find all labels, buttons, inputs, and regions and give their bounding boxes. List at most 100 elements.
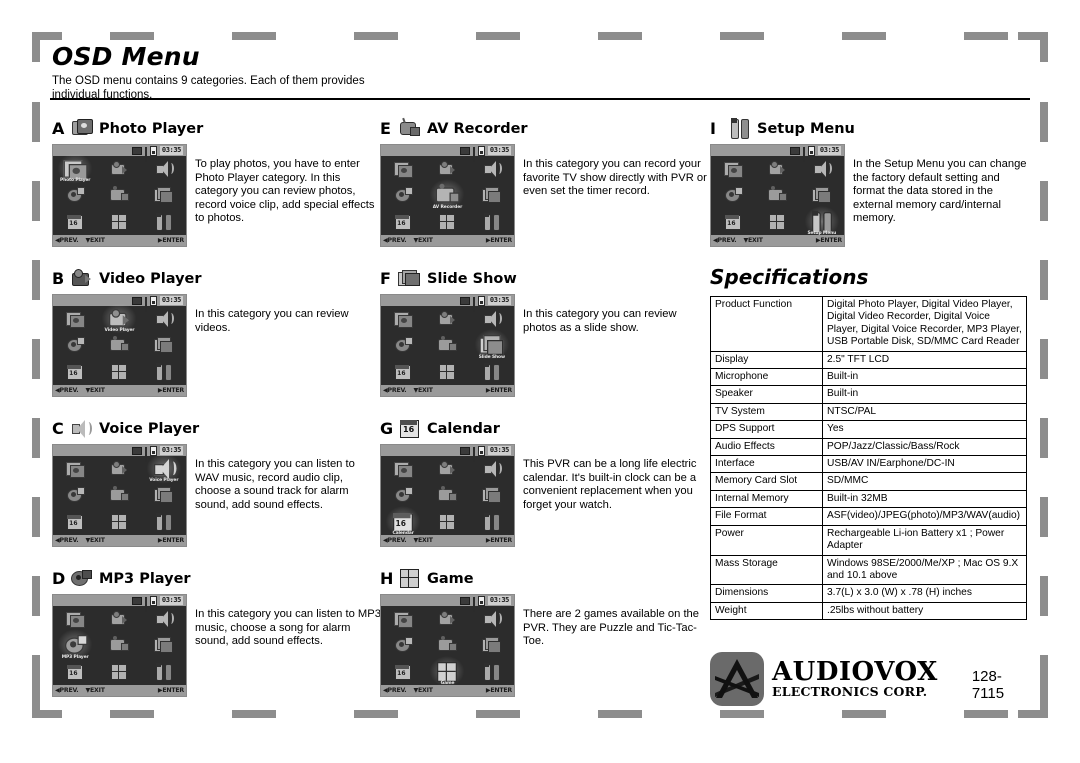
lcd-menu-item[interactable]: [381, 606, 425, 632]
lcd-menu-item[interactable]: [381, 482, 425, 508]
lcd-menu-item[interactable]: [97, 606, 141, 632]
lcd-enter-hint[interactable]: ▶ENTER: [816, 237, 842, 244]
lcd-exit-hint[interactable]: ▼EXIT: [413, 687, 432, 694]
lcd-menu-item[interactable]: [381, 182, 425, 208]
lcd-menu-item[interactable]: [97, 659, 141, 685]
lcd-menu-item[interactable]: [142, 632, 186, 658]
lcd-menu-item[interactable]: [381, 332, 425, 358]
lcd-menu-item[interactable]: [470, 209, 514, 235]
lcd-menu-item[interactable]: [142, 482, 186, 508]
lcd-menu-item[interactable]: [470, 659, 514, 685]
lcd-menu-item[interactable]: [800, 156, 844, 182]
lcd-exit-hint[interactable]: ▼EXIT: [413, 387, 432, 394]
lcd-menu-item[interactable]: [755, 182, 799, 208]
lcd-menu-item[interactable]: [142, 659, 186, 685]
lcd-menu-item[interactable]: 16: [53, 509, 97, 535]
lcd-menu-item[interactable]: 16: [381, 209, 425, 235]
lcd-prev-hint[interactable]: ◀PREV.: [383, 387, 407, 394]
lcd-menu-item[interactable]: [142, 359, 186, 385]
lcd-menu-item[interactable]: [425, 156, 469, 182]
lcd-menu-item[interactable]: 16: [711, 209, 755, 235]
lcd-menu-item[interactable]: [142, 209, 186, 235]
lcd-menu-item[interactable]: [142, 509, 186, 535]
lcd-menu-item[interactable]: [470, 306, 514, 332]
lcd-menu-item[interactable]: Slide Show: [470, 332, 514, 360]
lcd-menu-item[interactable]: [425, 606, 469, 632]
lcd-menu-item[interactable]: [470, 509, 514, 535]
lcd-menu-item[interactable]: [425, 306, 469, 332]
lcd-menu-item[interactable]: [53, 482, 97, 508]
lcd-menu-item[interactable]: Voice Player: [142, 456, 186, 483]
lcd-menu-item[interactable]: [425, 359, 469, 385]
lcd-exit-hint[interactable]: ▼EXIT: [85, 537, 104, 544]
lcd-exit-hint[interactable]: ▼EXIT: [413, 537, 432, 544]
lcd-enter-hint[interactable]: ▶ENTER: [486, 237, 512, 244]
lcd-menu-item[interactable]: [711, 156, 755, 182]
lcd-menu-item[interactable]: [470, 359, 514, 385]
lcd-menu-item[interactable]: [53, 332, 97, 358]
lcd-menu-item[interactable]: [425, 482, 469, 508]
lcd-menu-item[interactable]: [800, 182, 844, 208]
lcd-menu-item[interactable]: 16: [53, 209, 97, 235]
lcd-menu-item[interactable]: 16: [53, 359, 97, 385]
lcd-menu-item[interactable]: 16: [381, 659, 425, 685]
lcd-menu-item[interactable]: [425, 632, 469, 658]
lcd-menu-item[interactable]: [97, 156, 141, 182]
lcd-menu-item[interactable]: [381, 632, 425, 658]
lcd-menu-item[interactable]: [142, 156, 186, 182]
lcd-exit-hint[interactable]: ▼EXIT: [413, 237, 432, 244]
lcd-enter-hint[interactable]: ▶ENTER: [486, 537, 512, 544]
lcd-exit-hint[interactable]: ▼EXIT: [85, 237, 104, 244]
lcd-enter-hint[interactable]: ▶ENTER: [158, 387, 184, 394]
lcd-menu-item[interactable]: [470, 182, 514, 208]
lcd-menu-item[interactable]: [97, 359, 141, 385]
lcd-menu-item[interactable]: [142, 332, 186, 358]
lcd-menu-item[interactable]: 16 Calendar: [381, 509, 425, 536]
lcd-enter-hint[interactable]: ▶ENTER: [158, 537, 184, 544]
lcd-menu-item[interactable]: 16: [53, 659, 97, 685]
lcd-menu-item[interactable]: MP3 Player: [53, 632, 97, 660]
lcd-menu-item[interactable]: Game: [425, 659, 469, 686]
lcd-prev-hint[interactable]: ◀PREV.: [55, 387, 79, 394]
lcd-menu-item[interactable]: [97, 332, 141, 358]
lcd-menu-item[interactable]: [142, 182, 186, 208]
lcd-prev-hint[interactable]: ◀PREV.: [383, 687, 407, 694]
lcd-menu-item[interactable]: [97, 182, 141, 208]
lcd-menu-item[interactable]: [53, 182, 97, 208]
lcd-enter-hint[interactable]: ▶ENTER: [158, 687, 184, 694]
lcd-menu-item[interactable]: [97, 509, 141, 535]
lcd-menu-item[interactable]: [425, 456, 469, 482]
lcd-menu-item[interactable]: Setup Menu: [800, 209, 844, 236]
lcd-menu-item[interactable]: [470, 632, 514, 658]
lcd-prev-hint[interactable]: ◀PREV.: [55, 237, 79, 244]
lcd-exit-hint[interactable]: ▼EXIT: [85, 687, 104, 694]
lcd-menu-item[interactable]: [470, 482, 514, 508]
lcd-menu-item[interactable]: [755, 209, 799, 235]
lcd-menu-item[interactable]: [53, 456, 97, 482]
lcd-menu-item[interactable]: [711, 182, 755, 208]
lcd-menu-item[interactable]: [470, 456, 514, 482]
lcd-menu-item[interactable]: [53, 306, 97, 332]
lcd-prev-hint[interactable]: ◀PREV.: [383, 237, 407, 244]
lcd-menu-item[interactable]: Video Player: [97, 306, 141, 333]
lcd-menu-item[interactable]: AV Recorder: [425, 182, 469, 210]
lcd-menu-item[interactable]: [470, 606, 514, 632]
lcd-menu-item[interactable]: [425, 209, 469, 235]
lcd-menu-item[interactable]: [53, 606, 97, 632]
lcd-menu-item[interactable]: [97, 632, 141, 658]
lcd-menu-item[interactable]: 16: [381, 359, 425, 385]
lcd-menu-item[interactable]: [470, 156, 514, 182]
lcd-menu-item[interactable]: [97, 482, 141, 508]
lcd-enter-hint[interactable]: ▶ENTER: [486, 687, 512, 694]
lcd-enter-hint[interactable]: ▶ENTER: [486, 387, 512, 394]
lcd-prev-hint[interactable]: ◀PREV.: [713, 237, 737, 244]
lcd-menu-item[interactable]: [381, 156, 425, 182]
lcd-menu-item[interactable]: [425, 509, 469, 535]
lcd-menu-item[interactable]: [142, 606, 186, 632]
lcd-prev-hint[interactable]: ◀PREV.: [55, 537, 79, 544]
lcd-menu-item[interactable]: [381, 456, 425, 482]
lcd-enter-hint[interactable]: ▶ENTER: [158, 237, 184, 244]
lcd-menu-item[interactable]: [381, 306, 425, 332]
lcd-prev-hint[interactable]: ◀PREV.: [383, 537, 407, 544]
lcd-prev-hint[interactable]: ◀PREV.: [55, 687, 79, 694]
